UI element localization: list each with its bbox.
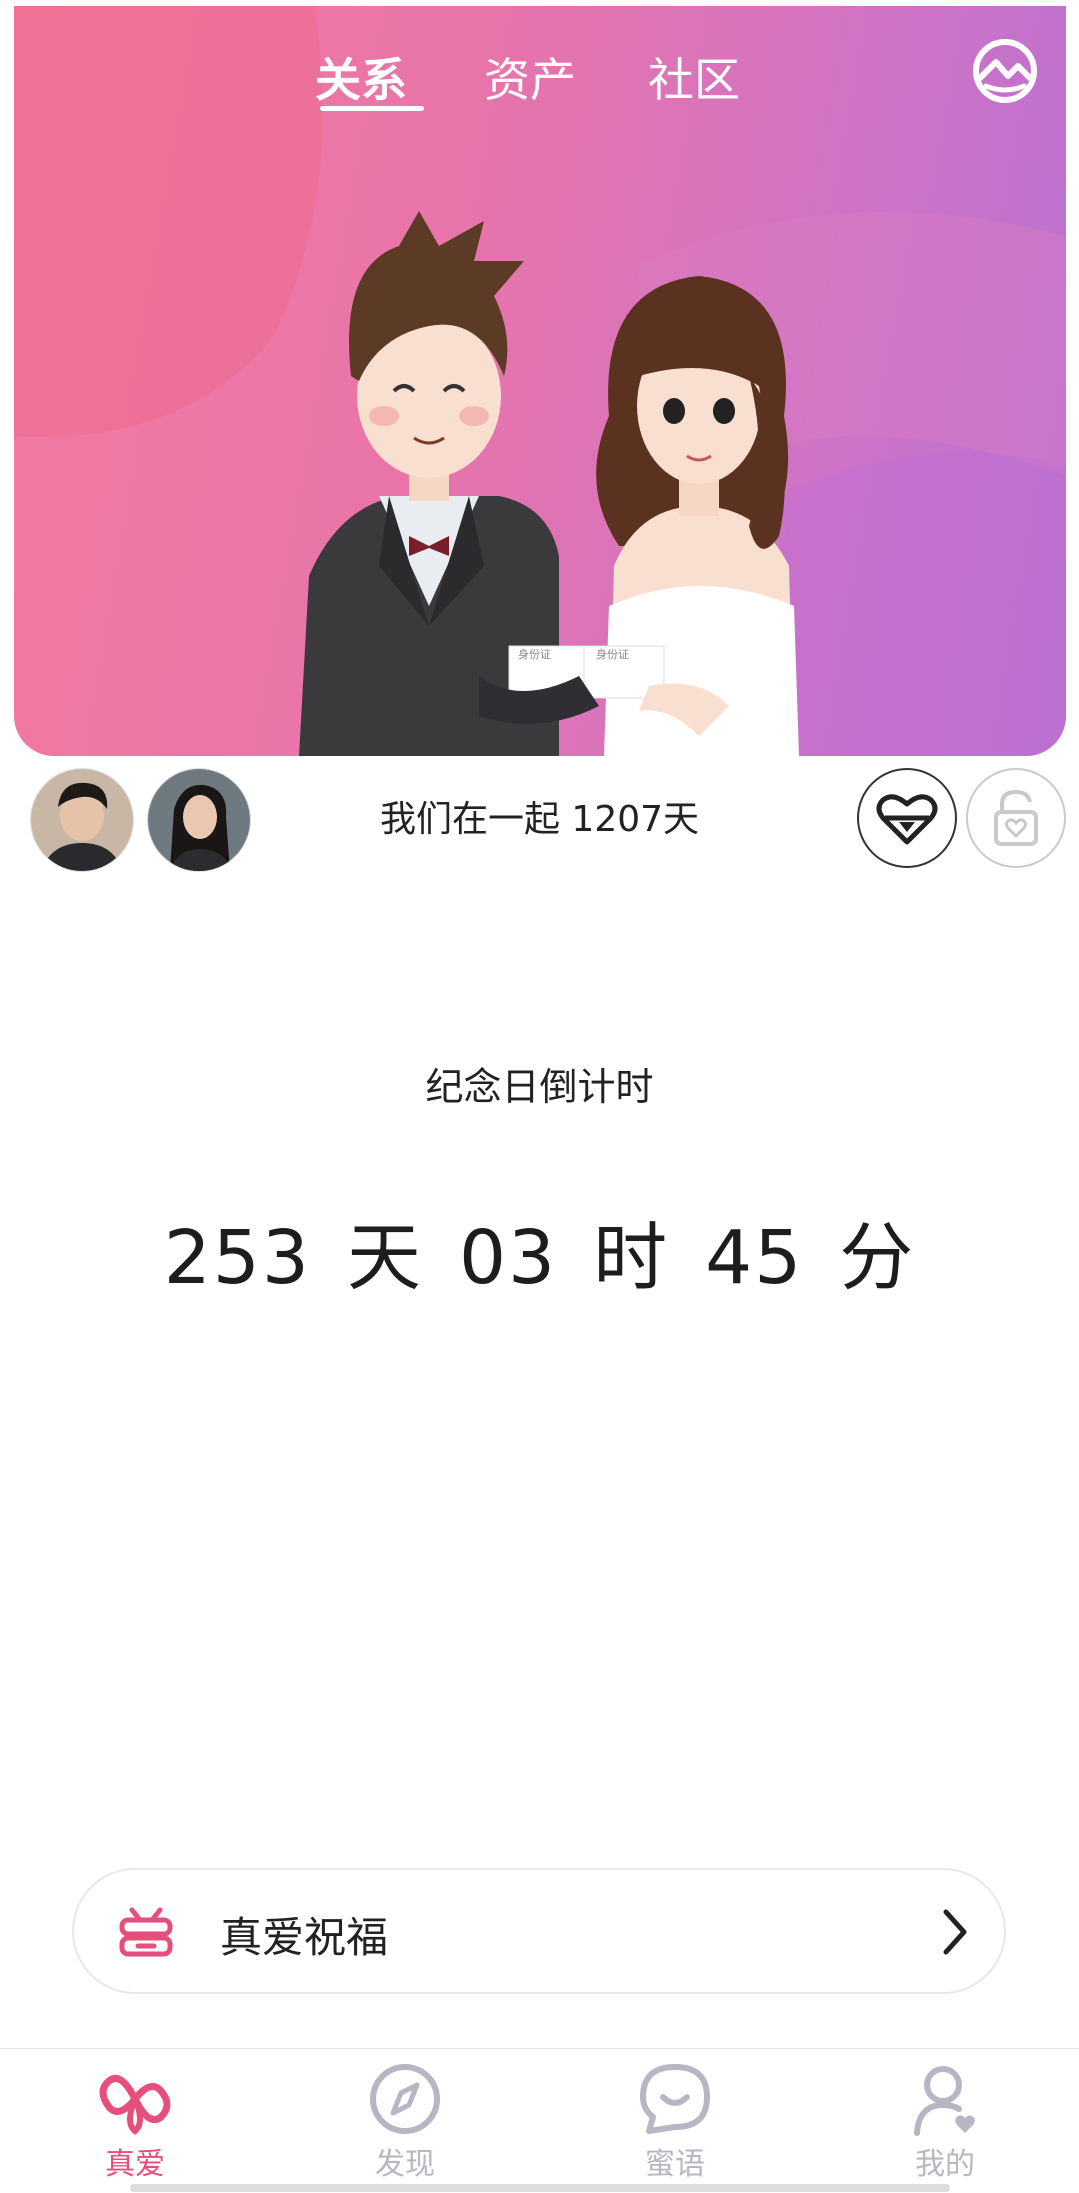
heart-lock-icon (876, 794, 938, 845)
heart-lock-button[interactable] (857, 768, 957, 868)
countdown-display: 253 天 03 时 45 分 (0, 1198, 1079, 1305)
nav-label-sweet-talk: 蜜语 (645, 2147, 705, 2182)
hero-banner: 关系 资产 社区 身份证 身份证 (14, 6, 1066, 756)
nav-label-discover: 发现 (375, 2147, 435, 2182)
nav-item-true-love[interactable]: 真爱 (50, 2061, 220, 2187)
active-tab-indicator (320, 106, 424, 111)
chat-smile-icon (640, 2064, 710, 2134)
love-blessing-row[interactable]: 真爱祝福 (72, 1868, 1006, 1994)
compass-icon (370, 2064, 440, 2134)
infinity-heart-icon (99, 2074, 171, 2135)
gift-ribbon-icon (119, 1907, 173, 1957)
couple-illustration (299, 211, 799, 756)
nav-item-sweet-talk[interactable]: 蜜语 (590, 2061, 760, 2187)
user-heart-icon (914, 2066, 975, 2136)
nav-item-discover[interactable]: 发现 (320, 2061, 490, 2187)
countdown-hours-unit: 时 (593, 1215, 670, 1301)
countdown-title: 纪念日倒计时 (425, 1065, 654, 1109)
tab-assets[interactable]: 资产 (484, 44, 576, 110)
nav-label-true-love: 真爱 (105, 2147, 165, 2182)
nav-label-mine: 我的 (915, 2147, 975, 2182)
countdown-hours: 03 (458, 1215, 558, 1301)
countdown-days: 253 (163, 1215, 311, 1301)
nav-item-mine[interactable]: 我的 (860, 2061, 1030, 2187)
id-card-right-text: 身份证 (596, 648, 629, 661)
tab-relationship[interactable]: 关系 (315, 44, 407, 110)
love-blessing-label: 真爱祝福 (220, 1913, 389, 1962)
unlock-button[interactable] (966, 768, 1066, 868)
tab-community[interactable]: 社区 (648, 44, 740, 110)
countdown-days-unit: 天 (346, 1215, 423, 1301)
id-card-left-text: 身份证 (518, 648, 551, 661)
countdown-minutes: 45 (705, 1215, 804, 1301)
home-indicator[interactable] (130, 2184, 950, 2192)
countdown-minutes-unit: 分 (839, 1215, 916, 1301)
bottom-nav: 真爱 发现 蜜语 我的 (0, 2048, 1079, 2193)
mountain-photo-icon[interactable] (970, 36, 1040, 106)
unlock-heart-icon (994, 789, 1038, 846)
chevron-right-icon (943, 1909, 967, 1955)
